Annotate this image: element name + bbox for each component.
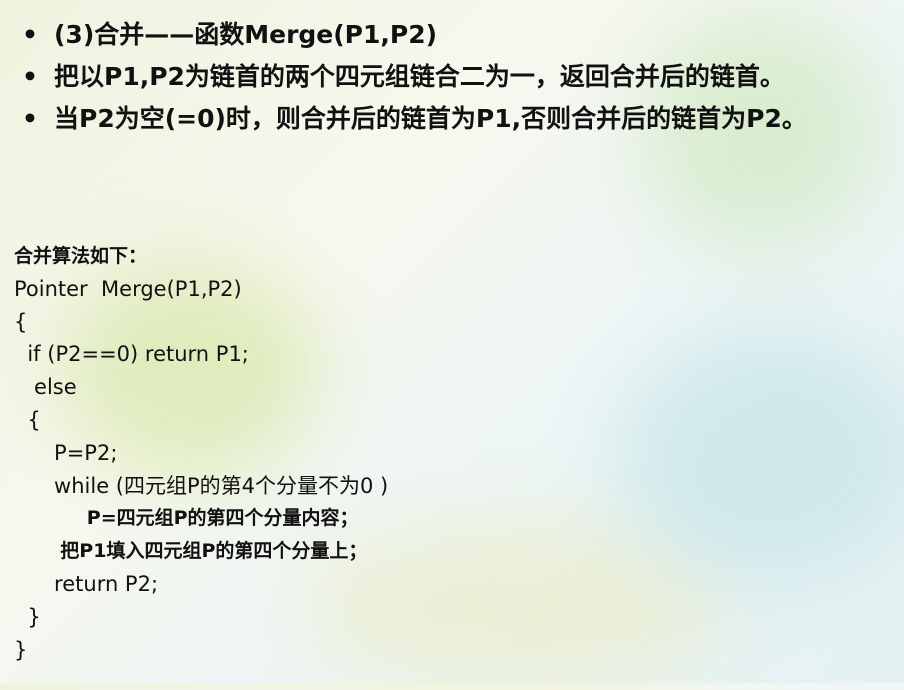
code-line: if (P2==0) return P1; <box>14 342 249 367</box>
code-line: return P2; <box>14 571 159 596</box>
code-title: 合并算法如下： <box>14 245 148 267</box>
bullet-marker: • <box>22 104 38 133</box>
code-line: } <box>14 604 41 629</box>
code-line: } <box>14 637 28 662</box>
bullet-text: 把以P1,P2为链首的两个四元组链合二为一，返回合并后的链首。 <box>54 62 785 91</box>
code-block: 合并算法如下： Pointer Merge(P1,P2) { if (P2==0… <box>14 240 388 666</box>
code-line: { <box>14 407 41 432</box>
code-line: P=P2; <box>14 440 118 465</box>
bullet-item: • 当P2为空(=0)时，则合并后的链首为P1,否则合并后的链首为P2。 <box>18 102 888 136</box>
code-line: 把P1填入四元组P的第四个分量上； <box>14 540 368 563</box>
bullet-text: 当P2为空(=0)时，则合并后的链首为P1,否则合并后的链首为P2。 <box>54 104 807 133</box>
bullet-marker: • <box>22 20 38 49</box>
code-line: else <box>14 375 77 400</box>
code-line: Pointer Merge(P1,P2) <box>14 276 242 301</box>
bullet-text: (3)合并——函数Merge(P1,P2) <box>54 20 438 49</box>
bullet-list: • (3)合并——函数Merge(P1,P2) • 把以P1,P2为链首的两个四… <box>18 18 888 144</box>
bullet-marker: • <box>22 62 38 91</box>
code-line: while (四元组P的第4个分量不为0 ) <box>14 473 389 498</box>
bullet-item: • (3)合并——函数Merge(P1,P2) <box>18 18 888 52</box>
code-line: { <box>14 309 28 334</box>
code-line: P=四元组P的第四个分量内容； <box>14 507 359 530</box>
bullet-item: • 把以P1,P2为链首的两个四元组链合二为一，返回合并后的链首。 <box>18 60 888 94</box>
background-blob <box>620 330 904 580</box>
